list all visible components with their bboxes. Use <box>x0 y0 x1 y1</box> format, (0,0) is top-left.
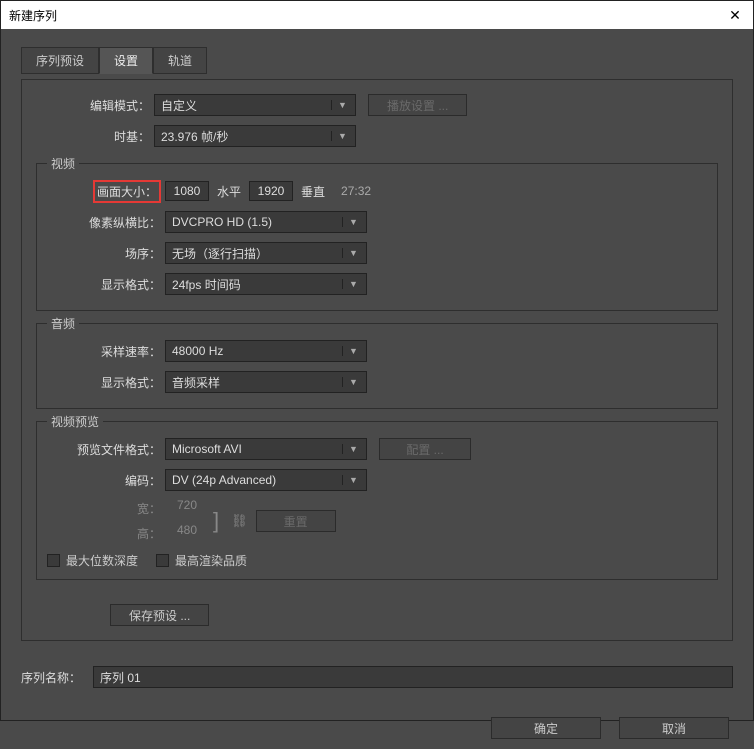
frame-size-label: 画面大小： <box>47 180 165 203</box>
chevron-down-icon: ▼ <box>342 444 360 454</box>
tab-settings[interactable]: 设置 <box>99 47 153 74</box>
tab-preset[interactable]: 序列预设 <box>21 47 99 74</box>
tab-tracks[interactable]: 轨道 <box>153 47 207 74</box>
chevron-down-icon: ▼ <box>342 248 360 258</box>
timebase-select[interactable]: 23.976 帧/秒 ▼ <box>154 125 356 147</box>
fields-label: 场序： <box>47 245 165 262</box>
aspect-ratio: 27:32 <box>341 184 371 198</box>
playback-settings-button[interactable]: 播放设置 ... <box>368 94 467 116</box>
chevron-down-icon: ▼ <box>342 217 360 227</box>
max-render-quality-checkbox[interactable]: 最高渲染品质 <box>156 552 247 569</box>
preview-height-label: 高： <box>47 525 165 542</box>
window-title: 新建序列 <box>9 7 57 24</box>
save-preset-button[interactable]: 保存预设 ... <box>110 604 209 626</box>
edit-mode-select[interactable]: 自定义 ▼ <box>154 94 356 116</box>
link-icon[interactable]: ⛓ <box>231 513 248 529</box>
video-section: 视频 画面大小： 水平 垂直 27:32 像素纵横比： DVCPRO HD (1… <box>36 163 718 311</box>
sample-rate-label: 采样速率： <box>47 343 165 360</box>
codec-select[interactable]: DV (24p Advanced) ▼ <box>165 469 367 491</box>
sequence-name-input[interactable] <box>93 666 733 688</box>
reset-button[interactable]: 重置 <box>256 510 336 532</box>
vertical-label: 垂直 <box>301 183 325 200</box>
sequence-name-label: 序列名称： <box>21 669 93 686</box>
chevron-down-icon: ▼ <box>342 279 360 289</box>
preview-section: 视频预览 预览文件格式： Microsoft AVI ▼ 配置 ... 编码： … <box>36 421 718 580</box>
sample-rate-select[interactable]: 48000 Hz ▼ <box>165 340 367 362</box>
cancel-button[interactable]: 取消 <box>619 717 729 739</box>
audio-title: 音频 <box>47 315 79 332</box>
checkbox-icon <box>47 554 60 567</box>
horizontal-label: 水平 <box>217 183 241 200</box>
checkbox-icon <box>156 554 169 567</box>
preview-width: 720 <box>165 498 209 518</box>
titlebar: 新建序列 ✕ <box>1 1 753 29</box>
chevron-down-icon: ▼ <box>331 131 349 141</box>
bracket-icon: ] <box>209 508 223 534</box>
preview-width-label: 宽： <box>47 500 165 517</box>
fields-select[interactable]: 无场（逐行扫描） ▼ <box>165 242 367 264</box>
frame-width-input[interactable] <box>165 181 209 201</box>
pixel-aspect-label: 像素纵横比： <box>47 214 165 231</box>
close-icon[interactable]: ✕ <box>723 4 747 26</box>
settings-panel: 编辑模式： 自定义 ▼ 播放设置 ... 时基： 23.976 帧/秒 ▼ 视频 <box>21 79 733 641</box>
video-display-format-select[interactable]: 24fps 时间码 ▼ <box>165 273 367 295</box>
audio-display-format-label: 显示格式： <box>47 374 165 391</box>
audio-section: 音频 采样速率： 48000 Hz ▼ 显示格式： 音频采样 ▼ <box>36 323 718 409</box>
preview-height: 480 <box>165 523 209 543</box>
chevron-down-icon: ▼ <box>331 100 349 110</box>
configure-button[interactable]: 配置 ... <box>379 438 471 460</box>
timebase-label: 时基： <box>36 128 154 145</box>
preview-file-format-select[interactable]: Microsoft AVI ▼ <box>165 438 367 460</box>
preview-file-format-label: 预览文件格式： <box>47 441 165 458</box>
ok-button[interactable]: 确定 <box>491 717 601 739</box>
video-title: 视频 <box>47 155 79 172</box>
chevron-down-icon: ▼ <box>342 346 360 356</box>
preview-title: 视频预览 <box>47 413 103 430</box>
video-display-format-label: 显示格式： <box>47 276 165 293</box>
max-bit-depth-checkbox[interactable]: 最大位数深度 <box>47 552 138 569</box>
pixel-aspect-select[interactable]: DVCPRO HD (1.5) ▼ <box>165 211 367 233</box>
frame-height-input[interactable] <box>249 181 293 201</box>
tabs: 序列预设 设置 轨道 <box>21 47 733 74</box>
edit-mode-label: 编辑模式： <box>36 97 154 114</box>
codec-label: 编码： <box>47 472 165 489</box>
chevron-down-icon: ▼ <box>342 377 360 387</box>
chevron-down-icon: ▼ <box>342 475 360 485</box>
audio-display-format-select[interactable]: 音频采样 ▼ <box>165 371 367 393</box>
